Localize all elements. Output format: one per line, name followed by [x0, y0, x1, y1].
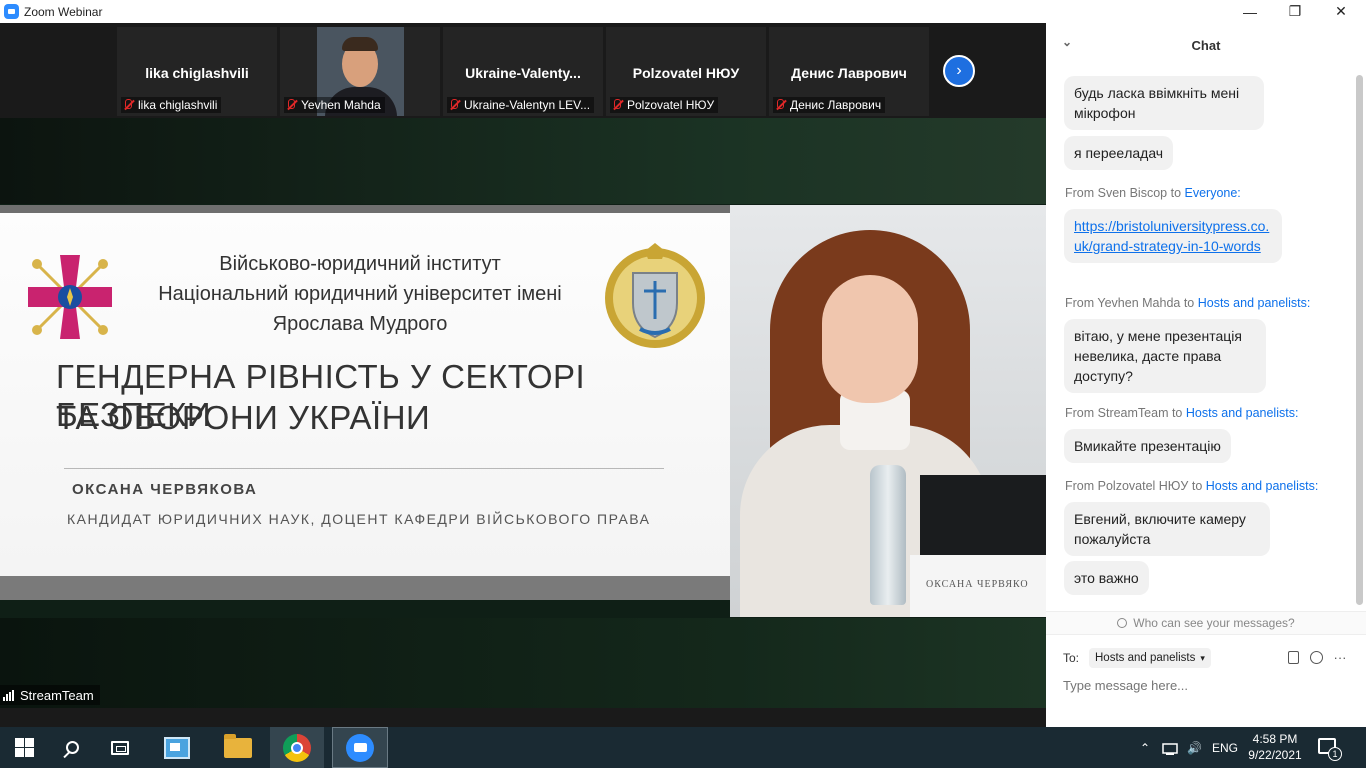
chat-message: Евгений, включите камеру пожалуйста: [1064, 502, 1270, 556]
chrome-button[interactable]: [270, 727, 324, 768]
notification-count: 1: [1328, 747, 1342, 761]
folder-icon: [224, 733, 252, 758]
zoom-icon: [346, 733, 374, 762]
chrome-icon: [283, 733, 311, 762]
language-indicator[interactable]: ENG: [1212, 727, 1238, 768]
tray-chevron-icon[interactable]: ⌃: [1140, 727, 1150, 768]
chat-message: https://bristoluniversitypress.co.uk/gra…: [1064, 209, 1282, 263]
chat-sender: From StreamTeam to Hosts and panelists:: [1065, 406, 1299, 420]
title-bar: Zoom Webinar — ❐ ✕: [0, 0, 1366, 23]
restore-button[interactable]: ❐: [1272, 0, 1318, 23]
participant-name: lika chiglashvili: [145, 65, 249, 81]
mic-muted-icon: [449, 99, 459, 111]
task-view-icon: [111, 740, 129, 755]
chat-sender: From Yevhen Mahda to Hosts and panelists…: [1065, 296, 1311, 310]
participant-label: Polzovatel НЮУ: [610, 97, 719, 113]
chat-panel: ⌄ Chat будь ласка ввімкніть мені мікрофо…: [1046, 23, 1366, 727]
chat-message: вітаю, у мене презентація невелика, даст…: [1064, 319, 1266, 393]
message-input[interactable]: [1063, 675, 1353, 695]
person-icon: [1117, 618, 1128, 628]
chat-sender: From Sven Biscop to Everyone:: [1065, 186, 1241, 200]
participant-name: Polzovatel НЮУ: [632, 65, 740, 81]
participant-label: Ukraine-Valentyn LEV...: [447, 97, 595, 113]
slide-institute-line: Національний юридичний університет імені: [158, 283, 562, 305]
chat-messages: будь ласка ввімкніть мені мікрофон я пер…: [1046, 75, 1356, 608]
background-band: [0, 618, 1046, 708]
window-title: Zoom Webinar: [24, 4, 103, 19]
more-options-icon[interactable]: ···: [1332, 649, 1348, 665]
volume-icon[interactable]: 🔊: [1187, 727, 1202, 768]
minimize-button[interactable]: —: [1227, 0, 1273, 23]
clock[interactable]: 4:58 PM 9/22/2021: [1240, 731, 1310, 763]
mic-muted-icon: [612, 99, 622, 111]
military-cross-emblem-icon: [28, 255, 112, 339]
chevron-down-icon: ▾: [1200, 652, 1205, 663]
task-view-button[interactable]: [96, 727, 144, 768]
participant-tile[interactable]: Yevhen Mahda: [280, 27, 440, 116]
mic-muted-icon: [286, 99, 296, 111]
zoom-app-icon: [4, 4, 19, 19]
taskbar: ⌃ 🔊 ENG 4:58 PM 9/22/2021 1: [0, 727, 1366, 768]
participant-label: Денис Лаврович: [773, 97, 886, 113]
university-seal-icon: [605, 243, 705, 348]
participant-label: Yevhen Mahda: [284, 97, 385, 113]
chat-scrollbar[interactable]: [1356, 75, 1363, 605]
mic-muted-icon: [123, 99, 133, 111]
mic-muted-icon: [775, 99, 785, 111]
to-label: To:: [1063, 651, 1080, 665]
participant-strip: lika chiglashvili lika chiglashvili Yevh…: [0, 23, 1046, 118]
chat-sender: From Polzovatel НЮУ to Hosts and panelis…: [1065, 479, 1319, 493]
windows-logo-icon: [14, 738, 34, 757]
close-button[interactable]: ✕: [1318, 0, 1364, 23]
zoom-taskbar-button[interactable]: [332, 727, 388, 768]
presentation-slide: Військово-юридичний інститут Національни…: [0, 205, 730, 600]
chat-message: я переeладач: [1064, 136, 1174, 170]
slide-institute-line: Військово-юридичний інститут: [219, 253, 501, 275]
chat-message: это важно: [1064, 561, 1149, 595]
chat-header: ⌄ Chat: [1046, 23, 1366, 67]
slide-title-line: ТА ОБОРОНИ УКРАЇНИ: [56, 399, 431, 436]
participant-name: Ukraine-Valenty...: [465, 65, 581, 81]
chat-link[interactable]: https://bristoluniversitypress.co.uk/gra…: [1074, 218, 1269, 254]
participant-label: lika chiglashvili: [121, 97, 222, 113]
participant-tile[interactable]: Ukraine-Valenty... Ukraine-Valentyn LEV.…: [443, 27, 603, 116]
participant-tile[interactable]: lika chiglashvili lika chiglashvili: [117, 27, 277, 116]
slide-author: ОКСАНА ЧЕРВЯКОВА: [72, 481, 258, 498]
chat-message: Вмикайте презентацію: [1064, 429, 1231, 463]
signal-bars-icon: [3, 689, 14, 701]
search-icon: [65, 741, 79, 754]
file-icon[interactable]: [1285, 649, 1301, 665]
start-button[interactable]: [0, 727, 48, 768]
speaker-video: ОКСАНА ЧЕРВЯКО: [730, 205, 1046, 617]
clock-time: 4:58 PM: [1252, 732, 1298, 746]
recipient-row: To: Hosts and panelists ▾ ···: [1046, 647, 1366, 669]
chat-message: будь ласка ввімкніть мені мікрофон: [1064, 76, 1264, 130]
emoji-icon[interactable]: [1308, 649, 1324, 665]
slide-degree: КАНДИДАТ ЮРИДИЧНИХ НАУК, ДОЦЕНТ КАФЕДРИ …: [67, 511, 651, 527]
collapse-chevron-icon[interactable]: ⌄: [1062, 35, 1072, 49]
speaker-nameplate: ОКСАНА ЧЕРВЯКО: [910, 555, 1046, 617]
video-area: lika chiglashvili lika chiglashvili Yevh…: [0, 23, 1046, 727]
server-manager-button[interactable]: [153, 727, 201, 768]
server-manager-icon: [164, 736, 190, 759]
privacy-hint[interactable]: Who can see your messages?: [1046, 611, 1366, 635]
participant-name: Денис Лаврович: [791, 65, 907, 81]
background-band: [0, 118, 1046, 204]
network-icon[interactable]: [1162, 727, 1180, 768]
next-page-button[interactable]: ›: [943, 55, 975, 87]
file-explorer-button[interactable]: [214, 727, 262, 768]
slide-divider: [64, 468, 664, 469]
slide-institute-line: Ярослава Мудрого: [272, 313, 448, 335]
recipient-select[interactable]: Hosts and panelists ▾: [1089, 648, 1211, 668]
participant-tile[interactable]: Polzovatel НЮУ Polzovatel НЮУ: [606, 27, 766, 116]
chat-title: Chat: [1191, 37, 1221, 53]
search-button[interactable]: [48, 727, 96, 768]
shared-screen: Військово-юридичний інститут Національни…: [0, 118, 1046, 708]
clock-date: 9/22/2021: [1248, 748, 1302, 762]
participant-tile[interactable]: Денис Лаврович Денис Лаврович: [769, 27, 929, 116]
active-speaker-label: StreamTeam: [0, 685, 100, 705]
